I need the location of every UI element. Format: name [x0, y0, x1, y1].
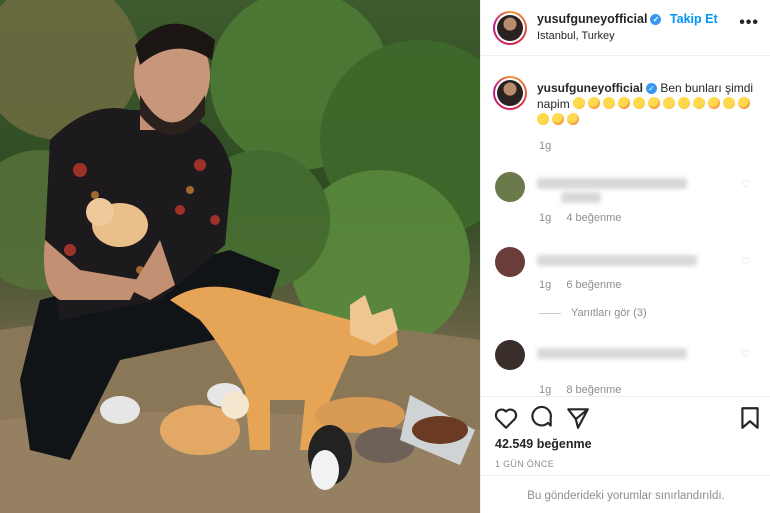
emoji-icon: [633, 97, 646, 109]
emoji-icon: [573, 97, 586, 109]
follow-button[interactable]: Takip Et: [670, 12, 718, 26]
more-options-button[interactable]: •••: [739, 14, 759, 32]
commenter-avatar[interactable]: [495, 340, 525, 370]
emoji-icon: [648, 97, 661, 109]
post-actions: 42.549 beğenme 1 GÜN ÖNCE Bu gönderideki…: [481, 396, 770, 513]
comment-heart-icon[interactable]: ♡: [741, 178, 751, 191]
caption-text-block: yusufguneyofficial ✓ Ben bunları şimdi na…: [537, 80, 762, 128]
comment-likes[interactable]: 4 beğenme: [566, 212, 621, 224]
emoji-icon: [537, 113, 549, 125]
share-icon[interactable]: [565, 405, 591, 431]
emoji-icon: [708, 97, 721, 109]
comment-text-blurred: [561, 192, 601, 203]
comment-heart-icon[interactable]: ♡: [741, 348, 751, 361]
comment-item: 1g 4 beğenme ♡: [481, 172, 770, 236]
comment-likes[interactable]: 6 beğenme: [566, 279, 621, 291]
emoji-icon: [618, 97, 631, 109]
author-avatar[interactable]: [493, 11, 527, 45]
comment-text-blurred: [537, 255, 697, 266]
post-header: yusufguneyofficial ✓ Takip Et Istanbul, T…: [481, 0, 770, 56]
emoji-icon: [588, 97, 601, 109]
comments-restricted-notice: Bu gönderideki yorumlar sınırlandırıldı.: [481, 475, 770, 513]
bookmark-icon[interactable]: [737, 405, 763, 431]
caption-emojis: [537, 97, 753, 127]
emoji-icon: [693, 97, 706, 109]
post-side-panel: yusufguneyofficial ✓ Takip Et Istanbul, T…: [480, 0, 770, 513]
author-username[interactable]: yusufguneyofficial: [537, 12, 647, 26]
commenter-avatar[interactable]: [495, 172, 525, 202]
emoji-icon: [552, 113, 564, 125]
post-photo-illustration: [0, 0, 480, 513]
emoji-icon: [603, 97, 616, 109]
caption-username[interactable]: yusufguneyofficial: [537, 81, 643, 95]
comment-meta: 1g 4 beğenme: [539, 212, 633, 224]
comment-text-blurred: [537, 348, 687, 359]
comment-meta: 1g 8 beğenme: [539, 384, 633, 396]
view-replies-button[interactable]: Yanıtları gör (3): [539, 307, 647, 319]
comment-time: 1g: [539, 212, 552, 224]
comment-meta: 1g 6 beğenme: [539, 279, 633, 291]
view-replies-label[interactable]: Yanıtları gör (3): [571, 307, 647, 319]
emoji-icon: [663, 97, 676, 109]
emoji-icon: [678, 97, 691, 109]
emoji-icon: [723, 97, 736, 109]
comment-time: 1g: [539, 384, 552, 396]
comment-item: 1g 6 beğenme ♡: [481, 247, 770, 311]
likes-count[interactable]: 42.549 beğenme: [495, 437, 592, 451]
comment-time: 1g: [539, 279, 552, 291]
emoji-icon: [567, 113, 579, 125]
comment-heart-icon[interactable]: ♡: [741, 255, 751, 268]
verified-badge-icon: ✓: [650, 14, 662, 25]
replies-divider: [539, 312, 561, 314]
verified-badge-icon: ✓: [646, 83, 658, 94]
emoji-icon: [738, 97, 751, 109]
heart-icon[interactable]: [493, 405, 519, 431]
post-location[interactable]: Istanbul, Turkey: [537, 30, 615, 42]
comment-item: 1g 8 beğenme ♡: [481, 340, 770, 404]
header-username-row: yusufguneyofficial ✓ Takip Et: [537, 12, 718, 26]
comment-likes[interactable]: 8 beğenme: [566, 384, 621, 396]
comment-text-blurred: [537, 178, 687, 189]
caption-time: 1g: [539, 140, 552, 152]
comment-icon[interactable]: [529, 405, 555, 431]
post-date: 1 GÜN ÖNCE: [495, 459, 555, 469]
caption-avatar[interactable]: [493, 76, 527, 110]
post-photo: [0, 0, 480, 513]
commenter-avatar[interactable]: [495, 247, 525, 277]
